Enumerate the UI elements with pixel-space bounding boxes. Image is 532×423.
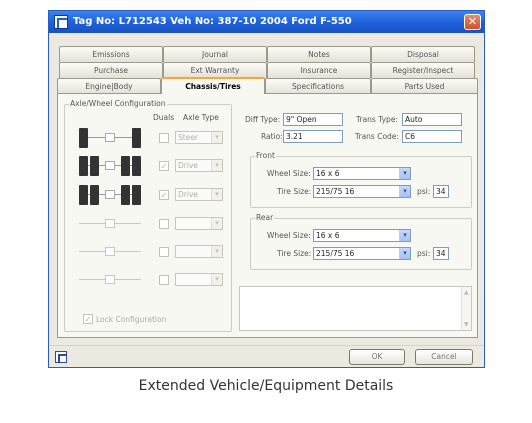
chevron-down-icon: ▾: [211, 160, 222, 171]
figure-caption: Extended Vehicle/Equipment Details: [138, 378, 394, 394]
tab-emissions[interactable]: Emissions: [59, 46, 163, 62]
lock-configuration-label: Lock Configuration: [96, 315, 167, 324]
chevron-down-icon: ▾: [211, 132, 222, 143]
front-group: Front Wheel Size: 16 x 6 ▾ Tire Size: 215…: [250, 151, 472, 208]
rear-psi-label: psi:: [417, 249, 431, 258]
app-icon: [54, 15, 68, 29]
chevron-down-icon: ▾: [211, 218, 222, 229]
axle-diagram: [79, 241, 141, 263]
duals-header: Duals: [153, 113, 175, 122]
axle-diagram: [79, 184, 141, 206]
chevron-down-icon: ▾: [399, 230, 410, 241]
axle-type-select[interactable]: Steer ▾: [175, 131, 223, 144]
axle-type-select[interactable]: ▾: [175, 245, 223, 258]
axle-type-select[interactable]: Drive ▾: [175, 159, 223, 172]
axle-type-select[interactable]: Drive ▾: [175, 188, 223, 201]
lock-configuration-checkbox[interactable]: ✓: [83, 314, 93, 324]
notes-scrollbar[interactable]: ▲ ▼: [461, 287, 471, 330]
diff-type-label: Diff Type:: [245, 115, 281, 124]
trans-type-field[interactable]: Auto: [402, 113, 462, 126]
tab-register-inspect[interactable]: Register/Inspect: [371, 62, 475, 78]
axle-diagram: [79, 127, 141, 149]
chevron-down-icon: ▾: [399, 248, 410, 259]
diff-type-field[interactable]: 9" Open: [283, 113, 343, 126]
axle-type-select[interactable]: ▾: [175, 273, 223, 286]
chevron-down-icon: ▾: [211, 189, 222, 200]
axle-diagram: [79, 155, 141, 177]
axle-type-select[interactable]: ▾: [175, 217, 223, 230]
company-logo-icon: [55, 351, 67, 363]
front-tire-size-select[interactable]: 215/75 16 ▾: [313, 185, 411, 198]
front-psi-label: psi:: [417, 187, 431, 196]
front-tire-size-label: Tire Size:: [277, 187, 312, 196]
duals-checkbox[interactable]: [159, 247, 169, 257]
ok-button[interactable]: OK: [349, 349, 405, 365]
axle-diagram: [79, 213, 141, 235]
rear-tire-size-select[interactable]: 215/75 16 ▾: [313, 247, 411, 260]
status-bar: OK Cancel: [49, 345, 484, 367]
trans-type-label: Trans Type:: [356, 115, 398, 124]
tab-insurance[interactable]: Insurance: [267, 62, 371, 78]
title-bar: Tag No: L712543 Veh No: 387-10 2004 Ford…: [49, 11, 484, 33]
axle-diagram: [79, 269, 141, 291]
tab-ext-warranty[interactable]: Ext Warranty: [163, 62, 267, 78]
rear-group: Rear Wheel Size: 16 x 6 ▾ Tire Size: 215/…: [250, 213, 472, 270]
trans-code-label: Trans Code:: [355, 132, 399, 141]
ratio-field[interactable]: 3.21: [283, 130, 343, 143]
front-psi-field[interactable]: 34: [433, 185, 449, 198]
chassis-tires-panel: Axle/Wheel Configuration Duals Axle Type…: [57, 93, 478, 338]
front-wheel-size-label: Wheel Size:: [267, 169, 311, 178]
close-icon[interactable]: ✕: [464, 14, 481, 30]
ratio-label: Ratio:: [261, 132, 283, 141]
chevron-down-icon: ▾: [399, 186, 410, 197]
tab-notes[interactable]: Notes: [267, 46, 371, 62]
tab-specifications[interactable]: Specifications: [265, 78, 371, 94]
cancel-button[interactable]: Cancel: [415, 349, 473, 365]
vehicle-details-window: Tag No: L712543 Veh No: 387-10 2004 Ford…: [48, 10, 485, 368]
window-title: Tag No: L712543 Veh No: 387-10 2004 Ford…: [73, 16, 352, 27]
rear-wheel-size-select[interactable]: 16 x 6 ▾: [313, 229, 411, 242]
tab-parts-used[interactable]: Parts Used: [371, 78, 478, 94]
rear-tire-size-label: Tire Size:: [277, 249, 312, 258]
duals-checkbox[interactable]: ✓: [159, 190, 169, 200]
scroll-down-icon: ▼: [464, 321, 469, 328]
front-legend: Front: [255, 151, 276, 160]
tab-disposal[interactable]: Disposal: [371, 46, 475, 62]
tab-engine-body[interactable]: Engine|Body: [57, 78, 161, 94]
tab-journal[interactable]: Journal: [163, 46, 267, 62]
axle-config-group: Axle/Wheel Configuration Duals Axle Type…: [64, 99, 232, 332]
chevron-down-icon: ▾: [211, 274, 222, 285]
rear-psi-field[interactable]: 34: [433, 247, 449, 260]
tab-purchase[interactable]: Purchase: [59, 62, 163, 78]
notes-textarea[interactable]: ▲ ▼: [239, 286, 472, 331]
duals-checkbox[interactable]: [159, 275, 169, 285]
tab-chassis-tires[interactable]: Chassis/Tires: [161, 77, 265, 94]
chevron-down-icon: ▾: [399, 168, 410, 179]
duals-checkbox[interactable]: [159, 133, 169, 143]
front-wheel-size-select[interactable]: 16 x 6 ▾: [313, 167, 411, 180]
axle-type-header: Axle Type: [183, 113, 219, 122]
duals-checkbox[interactable]: [159, 219, 169, 229]
scroll-up-icon: ▲: [464, 289, 469, 296]
duals-checkbox[interactable]: ✓: [159, 161, 169, 171]
axle-config-legend: Axle/Wheel Configuration: [69, 99, 167, 108]
rear-wheel-size-label: Wheel Size:: [267, 231, 311, 240]
trans-code-field[interactable]: C6: [402, 130, 462, 143]
rear-legend: Rear: [255, 213, 275, 222]
chevron-down-icon: ▾: [211, 246, 222, 257]
